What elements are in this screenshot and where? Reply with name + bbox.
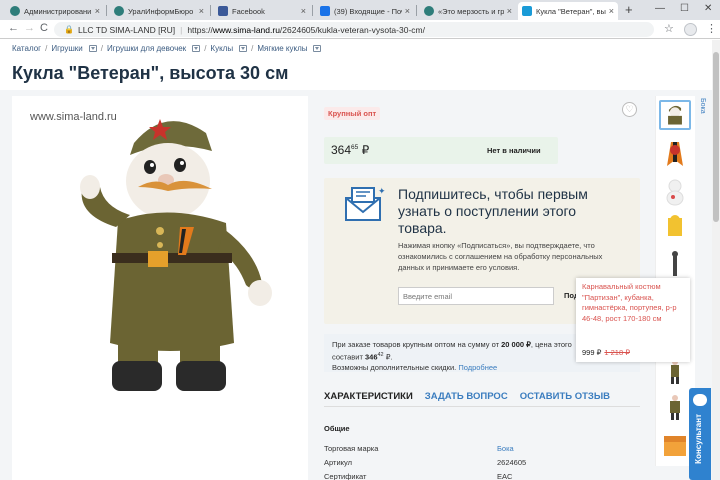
breadcrumb-item[interactable]: Куклы	[210, 44, 233, 53]
close-tab-icon[interactable]: ×	[507, 6, 512, 16]
stock-status: Нет в наличии	[487, 146, 541, 155]
tab-leave-review[interactable]: ОСТАВИТЬ ОТЗЫВ	[520, 391, 610, 402]
globe-icon	[10, 6, 20, 16]
subscribe-note: Нажимая кнопку «Подписаться», вы подтвер…	[398, 241, 603, 272]
browser-tab-active[interactable]: Кукла "Ветеран", высо ×	[518, 2, 618, 20]
product-tabs: ХАРАКТЕРИСТИКИ ЗАДАТЬ ВОПРОС ОСТАВИТЬ ОТ…	[324, 391, 610, 402]
tab-ask-question[interactable]: ЗАДАТЬ ВОПРОС	[425, 391, 508, 402]
forward-button[interactable]: →	[24, 22, 35, 34]
chat-bubble-icon	[693, 394, 707, 406]
close-tab-icon[interactable]: ×	[95, 6, 100, 16]
url-path: /2624605/kukla-veteran-vysota-30-cm/	[279, 24, 425, 35]
envelope-news-icon: ✦	[345, 186, 386, 221]
minimize-button[interactable]: —	[655, 3, 665, 14]
breadcrumb-item[interactable]: Игрушки	[51, 44, 82, 53]
brand-link[interactable]: Бока	[497, 444, 514, 453]
close-window-button[interactable]: ✕	[704, 3, 712, 14]
browser-menu-icon[interactable]: ⋮	[706, 22, 717, 35]
site-certificate[interactable]: LLC TD SIMA-LAND [RU]	[78, 25, 175, 35]
browser-tab[interactable]: Facebook ×	[214, 2, 310, 20]
close-tab-icon[interactable]: ×	[301, 6, 306, 16]
subscribe-title: Подпишитесь, чтобы первым узнать о посту…	[398, 186, 588, 236]
url-prefix: https://	[187, 24, 213, 35]
wholesale-badge: Крупный опт	[324, 107, 381, 120]
tooltip-old-price: 1 218 ₽	[604, 348, 630, 357]
svg-text:✦: ✦	[378, 186, 386, 196]
page-title: Кукла "Ветеран", высота 30 см	[12, 63, 289, 83]
new-tab-button[interactable]: +	[625, 2, 633, 17]
browser-tab[interactable]: (39) Входящие - Поч ×	[316, 2, 414, 20]
breadcrumb-item[interactable]: Каталог	[12, 44, 41, 53]
browser-tab[interactable]: УралИнформБюро И ×	[110, 2, 208, 20]
tooltip-description: Карнавальный костюм "Партизан", кубанка,…	[582, 282, 677, 323]
tooltip-price: 999 ₽	[582, 348, 602, 357]
close-tab-icon[interactable]: ×	[199, 6, 204, 16]
related-thumb[interactable]	[659, 250, 691, 280]
chevron-down-icon[interactable]	[313, 45, 322, 52]
sima-land-favicon-icon	[522, 6, 532, 16]
address-bar-row: ← → C 🔒 LLC TD SIMA-LAND [RU] | https://…	[0, 20, 720, 39]
brand-side-label[interactable]: Бока	[696, 98, 706, 138]
breadcrumb: Каталог / Игрушки / Игрушки для девочек …	[12, 44, 322, 53]
related-thumb[interactable]	[659, 177, 691, 207]
ruble-icon: ₽	[361, 143, 370, 157]
chevron-down-icon[interactable]	[192, 45, 201, 52]
maximize-button[interactable]: ☐	[680, 3, 689, 14]
browser-tab-bar: Администрировани × УралИнформБюро И × Fa…	[0, 0, 720, 20]
bookmark-star-icon[interactable]: ☆	[664, 22, 674, 35]
globe-icon	[424, 6, 434, 16]
back-button[interactable]: ←	[8, 22, 19, 34]
mail-icon	[320, 6, 330, 16]
consultant-button[interactable]: Консультант	[689, 388, 711, 480]
globe-icon	[114, 6, 124, 16]
reload-button[interactable]: C	[40, 22, 48, 34]
chevron-down-icon[interactable]	[88, 45, 97, 52]
breadcrumb-item[interactable]: Мягкие куклы	[257, 44, 307, 53]
url-host: www.sima-land.ru	[212, 24, 280, 35]
profile-avatar[interactable]	[684, 23, 697, 36]
related-thumb[interactable]	[659, 430, 691, 460]
specs-group-title: Общие	[324, 424, 350, 433]
price-box: 36465 ₽ Нет в наличии	[324, 137, 558, 164]
related-thumb[interactable]	[659, 100, 691, 130]
scrollbar-thumb[interactable]	[713, 52, 719, 222]
consultant-label: Консультант	[694, 414, 703, 464]
related-thumb[interactable]	[659, 212, 691, 242]
close-tab-icon[interactable]: ×	[405, 6, 410, 16]
browser-tab[interactable]: Администрировани ×	[6, 2, 104, 20]
omnibox[interactable]: 🔒 LLC TD SIMA-LAND [RU] | https://www.si…	[54, 22, 654, 37]
email-field[interactable]	[398, 287, 554, 305]
lock-icon: 🔒	[64, 25, 74, 34]
price: 36465 ₽	[331, 143, 370, 157]
breadcrumb-item[interactable]: Игрушки для девочек	[107, 44, 186, 53]
close-tab-icon[interactable]: ×	[609, 6, 614, 16]
product-tooltip[interactable]: Карнавальный костюм "Партизан", кубанка,…	[576, 278, 690, 362]
facebook-icon	[218, 6, 228, 16]
favorite-heart-icon[interactable]: ♡	[622, 102, 637, 117]
product-image[interactable]	[56, 103, 276, 403]
more-link[interactable]: Подробнее	[458, 363, 497, 372]
browser-tab[interactable]: «Это мерзость и гря ×	[420, 2, 516, 20]
related-thumb[interactable]	[659, 140, 691, 170]
related-thumb[interactable]	[659, 392, 691, 422]
tab-characteristics[interactable]: ХАРАКТЕРИСТИКИ	[324, 391, 413, 402]
subscribe-button[interactable]: Подписаться	[564, 287, 576, 305]
chevron-down-icon[interactable]	[239, 45, 248, 52]
